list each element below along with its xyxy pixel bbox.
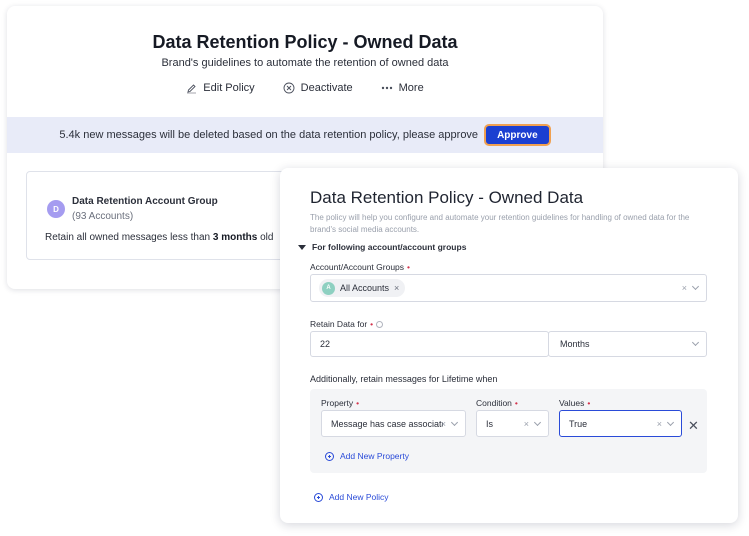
clear-icon[interactable]: × [657, 419, 662, 429]
clear-icon[interactable]: × [441, 419, 446, 429]
close-icon[interactable]: × [394, 283, 399, 293]
retain-data-label: Retain Data for • [310, 319, 384, 329]
more-label: More [398, 82, 424, 94]
plus-circle-icon [325, 451, 334, 461]
add-policy-button[interactable]: Add New Policy [314, 492, 389, 502]
values-value: True [569, 418, 588, 429]
condition-label-text: Condition [476, 398, 512, 408]
property-select[interactable]: Message has case associated × [321, 410, 466, 437]
retain-prefix: Retain all owned messages less than [45, 232, 211, 243]
more-button[interactable]: More [381, 82, 424, 94]
account-groups-select[interactable]: A All Accounts × × [310, 274, 707, 302]
add-policy-label: Add New Policy [329, 492, 389, 502]
info-icon[interactable] [376, 321, 384, 328]
section-label: For following account/account groups [312, 242, 467, 252]
select-controls: × [441, 418, 459, 429]
editor-title: Data Retention Policy - Owned Data [310, 188, 584, 207]
select-controls: × [682, 282, 700, 293]
chevron-down-icon[interactable] [666, 418, 675, 426]
avatar: D [47, 200, 65, 218]
clear-icon[interactable]: × [682, 283, 687, 293]
property-label-text: Property [321, 398, 354, 408]
deactivate-button[interactable]: Deactivate [283, 82, 353, 94]
values-select[interactable]: True × [559, 410, 682, 437]
select-controls: × [524, 418, 542, 429]
plus-circle-icon [314, 492, 323, 502]
deactivate-label: Deactivate [300, 82, 353, 94]
property-label: Property • [321, 398, 359, 408]
chevron-down-icon[interactable] [691, 338, 700, 347]
values-label-text: Values [559, 398, 585, 408]
group-name: Data Retention Account Group [72, 196, 218, 207]
required-marker: • [407, 262, 411, 272]
policy-actions: Edit Policy Deactivate More [7, 82, 603, 94]
account-groups-label: Account/Account Groups • [310, 262, 410, 272]
select-controls: × [657, 418, 675, 429]
lifetime-label: Additionally, retain messages for Lifeti… [310, 374, 498, 384]
property-value: Message has case associated [331, 418, 443, 429]
edit-policy-button[interactable]: Edit Policy [186, 82, 255, 94]
select-controls [691, 338, 700, 347]
edit-policy-label: Edit Policy [203, 82, 255, 94]
retain-data-label-text: Retain Data for [310, 319, 368, 329]
banner-message: 5.4k new messages will be deleted based … [59, 129, 479, 141]
section-toggle-accounts[interactable]: For following account/account groups [298, 242, 466, 252]
page-title: Data Retention Policy - Owned Data [152, 32, 458, 52]
approve-button[interactable]: Approve [484, 124, 551, 146]
retain-unit-value: Months [560, 339, 590, 349]
close-icon[interactable]: ✕ [688, 418, 699, 434]
account-chip: A All Accounts × [319, 279, 406, 297]
condition-value: Is [486, 418, 494, 429]
retain-duration-value: 22 [320, 339, 331, 349]
pencil-icon [186, 83, 197, 94]
account-groups-label-text: Account/Account Groups [310, 262, 405, 272]
caret-down-icon [298, 244, 306, 250]
required-marker: • [356, 398, 360, 408]
editor-description: The policy will help you configure and a… [310, 213, 690, 234]
condition-label: Condition • [476, 398, 518, 408]
retain-suffix: old [260, 232, 274, 243]
page-subtitle: Brand's guidelines to automate the reten… [161, 57, 449, 69]
condition-select[interactable]: Is × [476, 410, 549, 437]
avatar: A [322, 281, 335, 295]
retention-summary: Retain all owned messages less than 3 mo… [45, 232, 273, 243]
circle-x-icon [283, 82, 295, 94]
group-account-count: (93 Accounts) [72, 211, 134, 222]
values-label: Values • [559, 398, 590, 408]
ellipsis-icon [381, 86, 393, 90]
required-marker: • [370, 319, 374, 329]
required-marker: • [587, 398, 591, 408]
retain-value: 3 months [212, 232, 258, 243]
approval-banner: 5.4k new messages will be deleted based … [7, 117, 603, 153]
chevron-down-icon[interactable] [450, 418, 459, 426]
retain-unit-select[interactable]: Months [548, 331, 707, 357]
required-marker: • [514, 398, 518, 408]
chip-label: All Accounts [340, 283, 390, 293]
add-property-label: Add New Property [340, 451, 409, 461]
clear-icon[interactable]: × [524, 419, 529, 429]
policy-editor-card: Data Retention Policy - Owned Data The p… [280, 168, 738, 523]
chevron-down-icon[interactable] [691, 282, 700, 291]
add-property-button[interactable]: Add New Property [325, 451, 409, 461]
chevron-down-icon[interactable] [533, 418, 542, 426]
retain-duration-input[interactable]: 22 [310, 331, 549, 357]
